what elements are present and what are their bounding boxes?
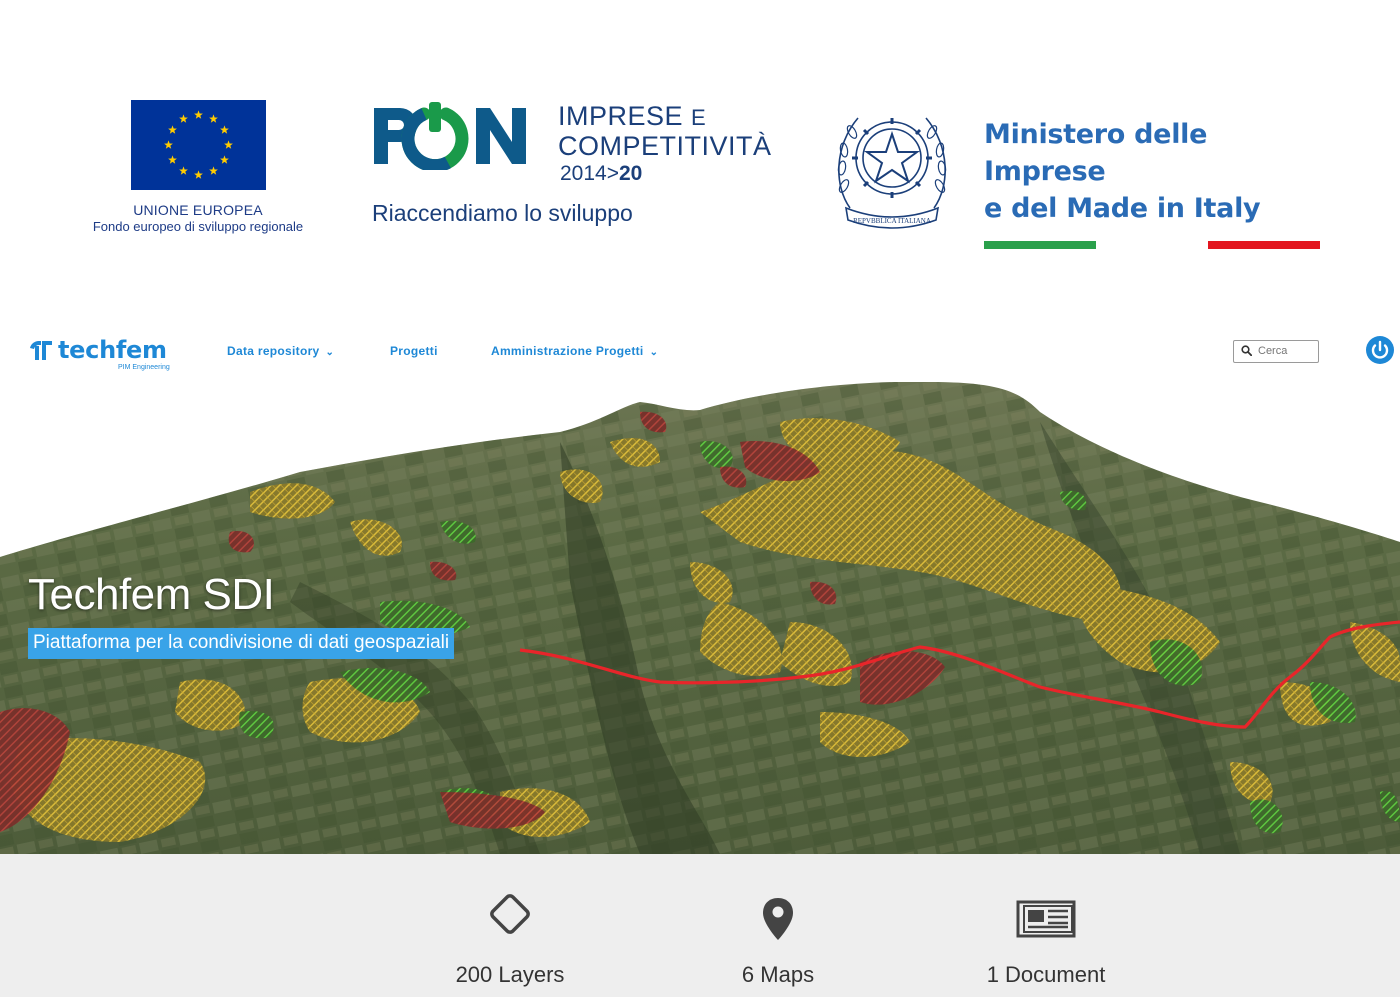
pon-logo: IMPRESE E COMPETITIVITÀ 2014>20 Riaccend… — [372, 98, 772, 238]
pon-line1-conj: E — [691, 105, 707, 130]
ministry-name-line1: Ministero delle Imprese — [984, 119, 1208, 187]
search-icon — [1241, 345, 1252, 356]
nav-data-repository-label: Data repository — [227, 344, 320, 358]
ministry-name-line2: e del Made in Italy — [984, 193, 1261, 224]
layers-diamond-icon — [490, 894, 530, 934]
pon-slogan: Riaccendiamo lo sviluppo — [372, 200, 633, 226]
chevron-down-icon: ⌄ — [649, 347, 659, 358]
hero-title: Techfem SDI — [28, 570, 275, 619]
eu-flag-icon — [130, 100, 266, 190]
pon-years: 2014>20 — [558, 160, 772, 188]
search-box[interactable] — [1233, 340, 1319, 363]
stats-bar: 200 Layers 6 Maps 1 Document — [0, 854, 1400, 997]
ministry-logo: Ministero delle Imprese e del Made in It… — [984, 116, 1324, 251]
flag-green-stripe — [984, 241, 1096, 249]
power-icon — [1371, 340, 1389, 359]
site-navbar: techfem PIM Engineering Data repository ⌄… — [0, 320, 1400, 382]
nav-progetti[interactable]: Progetti — [390, 344, 438, 358]
pon-year-end: 20 — [618, 162, 643, 185]
pon-year-sep: > — [606, 162, 619, 185]
techfem-logo-icon — [30, 340, 52, 360]
nav-data-repository[interactable]: Data repository ⌄ — [227, 344, 334, 358]
pon-line2: COMPETITIVITÀ — [558, 131, 772, 161]
stat-layers[interactable]: 200 Layers — [400, 892, 620, 988]
stat-documents[interactable]: 1 Document — [936, 892, 1156, 988]
chevron-down-icon: ⌄ — [325, 347, 335, 358]
map-pin-icon — [763, 898, 793, 940]
stat-maps[interactable]: 6 Maps — [668, 892, 888, 988]
nav-amministrazione-label: Amministrazione Progetti — [491, 344, 644, 358]
emblem-ribbon-text: REPVBBLICA ITALIANA — [853, 217, 931, 225]
eu-logo: UNIONE EUROPEA Fondo europeo di sviluppo… — [78, 100, 318, 234]
hero-subtitle: Piattaforma per la condivisione di dati … — [28, 628, 455, 659]
document-newspaper-icon — [1016, 900, 1076, 938]
stat-layers-label: 200 Layers — [455, 962, 565, 987]
nav-amministrazione-progetti[interactable]: Amministrazione Progetti ⌄ — [491, 344, 658, 358]
funding-banner: UNIONE EUROPEA Fondo europeo di sviluppo… — [0, 0, 1400, 300]
pon-line1: IMPRESE — [558, 101, 684, 131]
stat-documents-label: 1 Document — [986, 962, 1106, 987]
pon-program-title: IMPRESE E COMPETITIVITÀ 2014>20 — [558, 102, 772, 188]
logo-name: techfem — [58, 336, 167, 364]
eu-fund-label: Fondo europeo di sviluppo regionale — [92, 219, 304, 234]
hero-section: Techfem SDI Piattaforma per la condivisi… — [0, 382, 1400, 854]
italian-flag-bar — [984, 241, 1320, 251]
power-button[interactable] — [1366, 336, 1394, 364]
pon-year-start: 2014 — [560, 162, 607, 185]
italian-republic-emblem-icon: REPVBBLICA ITALIANA — [837, 117, 947, 229]
eu-label: UNIONE EUROPEA — [133, 202, 263, 218]
stat-maps-label: 6 Maps — [741, 962, 815, 987]
search-input[interactable] — [1258, 343, 1314, 358]
pon-wordmark — [374, 102, 526, 170]
flag-red-stripe — [1208, 241, 1320, 249]
nav-progetti-label: Progetti — [390, 344, 438, 358]
logo-tagline: PIM Engineering — [118, 364, 170, 371]
